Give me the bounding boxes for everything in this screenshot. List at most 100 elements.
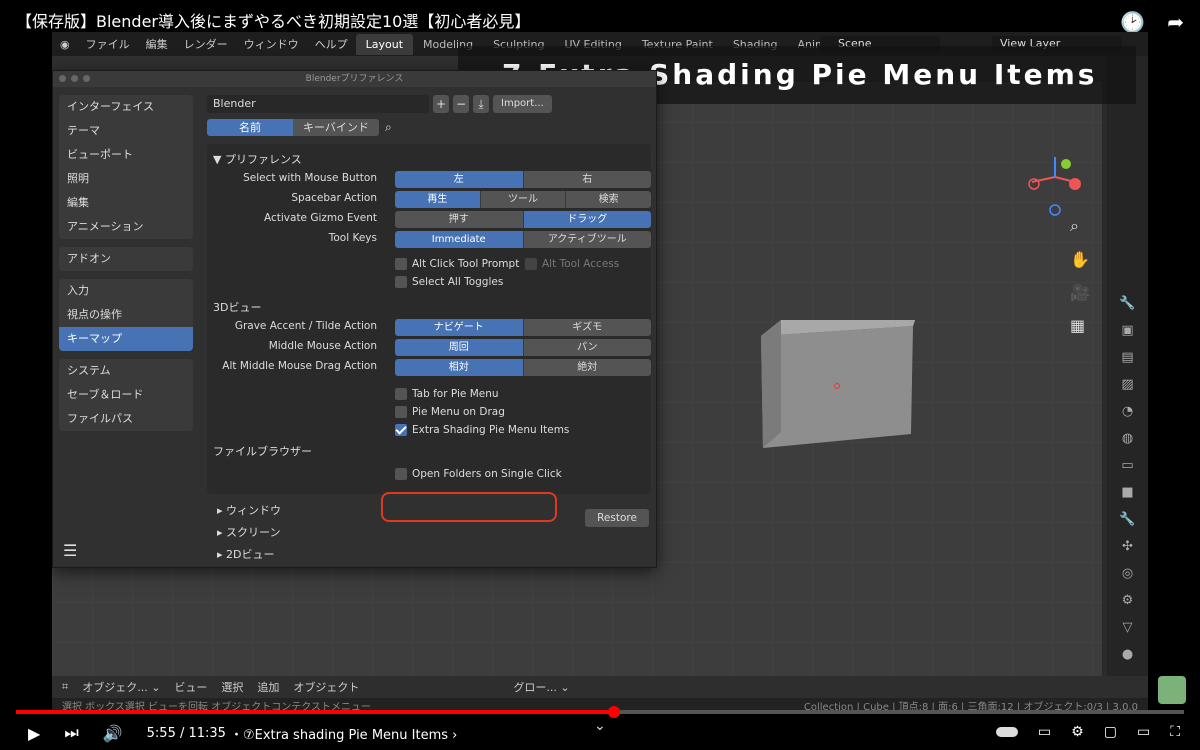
sidebar-item-navigation[interactable]: 視点の操作 bbox=[59, 303, 193, 327]
option-gizmo[interactable]: ギズモ bbox=[523, 319, 651, 336]
world-icon[interactable]: ◍ bbox=[1122, 431, 1133, 446]
maximize-window-button[interactable] bbox=[83, 75, 90, 82]
restore-button[interactable]: Restore bbox=[585, 509, 649, 527]
scene-icon[interactable]: ◔ bbox=[1122, 404, 1133, 419]
option-tools[interactable]: ツール bbox=[480, 191, 567, 208]
volume-icon[interactable]: 🔊 bbox=[103, 724, 123, 743]
material-icon[interactable]: ● bbox=[1122, 647, 1133, 662]
sidebar-item-animation[interactable]: アニメーション bbox=[59, 215, 193, 239]
option-press[interactable]: 押す bbox=[395, 211, 524, 228]
menu-help[interactable]: ヘルプ bbox=[307, 36, 356, 52]
option-left[interactable]: 左 bbox=[395, 171, 524, 188]
panel-title[interactable]: ▼ プリファレンス bbox=[213, 150, 645, 170]
extra-shading-pie-checkbox[interactable]: Extra Shading Pie Menu Items bbox=[395, 424, 569, 436]
remove-preset-button[interactable]: − bbox=[453, 95, 469, 113]
tab-keybinding[interactable]: キーバインド bbox=[293, 119, 379, 136]
sidebar-item-themes[interactable]: テーマ bbox=[59, 119, 193, 143]
menu-add[interactable]: 追加 bbox=[257, 679, 279, 695]
object-icon[interactable]: ■ bbox=[1121, 485, 1133, 500]
zoom-icon[interactable]: ⌕ bbox=[1070, 216, 1090, 236]
option-drag[interactable]: ドラッグ bbox=[523, 211, 651, 228]
checkbox-box[interactable] bbox=[395, 424, 407, 436]
menu-select[interactable]: 選択 bbox=[221, 679, 243, 695]
collection-icon[interactable]: ▭ bbox=[1121, 458, 1133, 473]
video-progress-bar[interactable] bbox=[16, 706, 1184, 718]
theater-icon[interactable]: ▭ bbox=[1137, 724, 1150, 740]
sidebar-item-keymap[interactable]: キーマップ bbox=[59, 327, 193, 351]
default-cube[interactable] bbox=[757, 306, 917, 456]
tool-icon[interactable]: 🔧 bbox=[1119, 296, 1135, 311]
autoplay-toggle[interactable] bbox=[995, 727, 1018, 737]
transform-orientation[interactable]: グロー... ⌄ bbox=[513, 679, 569, 695]
alt-click-checkbox[interactable]: Alt Click Tool Prompt bbox=[395, 258, 519, 270]
keymap-preset-select[interactable]: Blender bbox=[207, 95, 429, 113]
select-all-toggles-checkbox[interactable]: Select All Toggles bbox=[395, 276, 503, 288]
settings-gear-icon[interactable]: ⚙ bbox=[1071, 724, 1084, 740]
chapter-title[interactable]: ・⑦Extra shading Pie Menu Items › bbox=[230, 724, 457, 743]
physics-icon[interactable]: ◎ bbox=[1122, 566, 1133, 581]
captions-icon[interactable]: ▭ bbox=[1038, 724, 1051, 740]
import-button[interactable]: Import... bbox=[493, 95, 552, 113]
checkbox-box[interactable] bbox=[395, 258, 407, 270]
option-immediate[interactable]: Immediate bbox=[395, 231, 524, 248]
constraints-icon[interactable]: ⚙ bbox=[1122, 593, 1134, 608]
hamburger-menu-icon[interactable]: ☰ bbox=[63, 541, 77, 560]
sidebar-item-file-paths[interactable]: ファイルパス bbox=[59, 407, 193, 431]
menu-view[interactable]: ビュー bbox=[174, 679, 207, 695]
option-orbit[interactable]: 周回 bbox=[395, 339, 524, 356]
minimize-window-button[interactable] bbox=[71, 75, 78, 82]
pan-hand-icon[interactable]: ✋ bbox=[1070, 250, 1090, 269]
share-icon[interactable]: ➦ bbox=[1167, 10, 1184, 34]
menu-window[interactable]: ウィンドウ bbox=[236, 36, 307, 52]
next-icon[interactable]: ⏭ bbox=[64, 723, 78, 743]
add-preset-button[interactable]: + bbox=[433, 95, 449, 113]
option-relative[interactable]: 相対 bbox=[395, 359, 524, 376]
editor-type-icon[interactable]: ⌗ bbox=[62, 680, 68, 694]
render-icon[interactable]: ▣ bbox=[1121, 323, 1133, 338]
search-icon[interactable]: ⌕ bbox=[385, 120, 392, 135]
checkbox-box[interactable] bbox=[395, 468, 407, 480]
modifier-icon[interactable]: 🔧 bbox=[1119, 512, 1135, 527]
tab-layout[interactable]: Layout bbox=[355, 33, 414, 55]
menu-object[interactable]: オブジェクト bbox=[293, 679, 359, 695]
miniplayer-icon[interactable]: ▢ bbox=[1104, 724, 1117, 740]
option-absolute[interactable]: 絶対 bbox=[523, 359, 651, 376]
view-layer-icon[interactable]: ▨ bbox=[1121, 377, 1133, 392]
fullscreen-icon[interactable]: ⛶ bbox=[1170, 724, 1180, 740]
blender-logo-icon[interactable]: ◉ bbox=[52, 38, 78, 51]
sidebar-item-interface[interactable]: インターフェイス bbox=[59, 95, 193, 119]
option-active-tool[interactable]: アクティブツール bbox=[523, 231, 651, 248]
option-right[interactable]: 右 bbox=[523, 171, 651, 188]
option-play[interactable]: 再生 bbox=[395, 191, 481, 208]
sidebar-item-viewport[interactable]: ビューポート bbox=[59, 143, 193, 167]
import-icon[interactable]: ⤓ bbox=[473, 95, 489, 113]
data-icon[interactable]: ▽ bbox=[1123, 620, 1133, 635]
output-icon[interactable]: ▤ bbox=[1121, 350, 1133, 365]
pie-menu-drag-checkbox[interactable]: Pie Menu on Drag bbox=[395, 406, 505, 418]
chevron-down-icon[interactable]: ⌄ bbox=[594, 718, 606, 734]
tab-name[interactable]: 名前 bbox=[207, 119, 293, 136]
section-2d-view[interactable]: ▸ 2Dビュー bbox=[207, 544, 651, 566]
sidebar-item-save-load[interactable]: セーブ＆ロード bbox=[59, 383, 193, 407]
menu-render[interactable]: レンダー bbox=[176, 36, 236, 52]
camera-view-icon[interactable]: 🎥 bbox=[1070, 283, 1090, 302]
menu-edit[interactable]: 編集 bbox=[138, 36, 176, 52]
navigation-gizmo[interactable] bbox=[1020, 152, 1090, 222]
sidebar-item-lights[interactable]: 照明 bbox=[59, 167, 193, 191]
option-pan[interactable]: パン bbox=[523, 339, 651, 356]
sidebar-item-system[interactable]: システム bbox=[59, 359, 193, 383]
checkbox-box[interactable] bbox=[525, 258, 537, 270]
alt-tool-access-checkbox[interactable]: Alt Tool Access bbox=[525, 258, 619, 270]
watch-later-icon[interactable]: 🕑 bbox=[1120, 10, 1145, 34]
channel-logo[interactable] bbox=[1158, 676, 1186, 704]
checkbox-box[interactable] bbox=[395, 388, 407, 400]
open-folders-checkbox[interactable]: Open Folders on Single Click bbox=[395, 468, 562, 480]
sidebar-item-input[interactable]: 入力 bbox=[59, 279, 193, 303]
menu-file[interactable]: ファイル bbox=[78, 36, 138, 52]
sidebar-item-addons[interactable]: アドオン bbox=[59, 247, 193, 271]
mode-select[interactable]: オブジェク... ⌄ bbox=[82, 679, 160, 695]
checkbox-box[interactable] bbox=[395, 276, 407, 288]
option-navigate[interactable]: ナビゲート bbox=[395, 319, 524, 336]
particles-icon[interactable]: ✣ bbox=[1122, 539, 1133, 554]
sidebar-item-editing[interactable]: 編集 bbox=[59, 191, 193, 215]
